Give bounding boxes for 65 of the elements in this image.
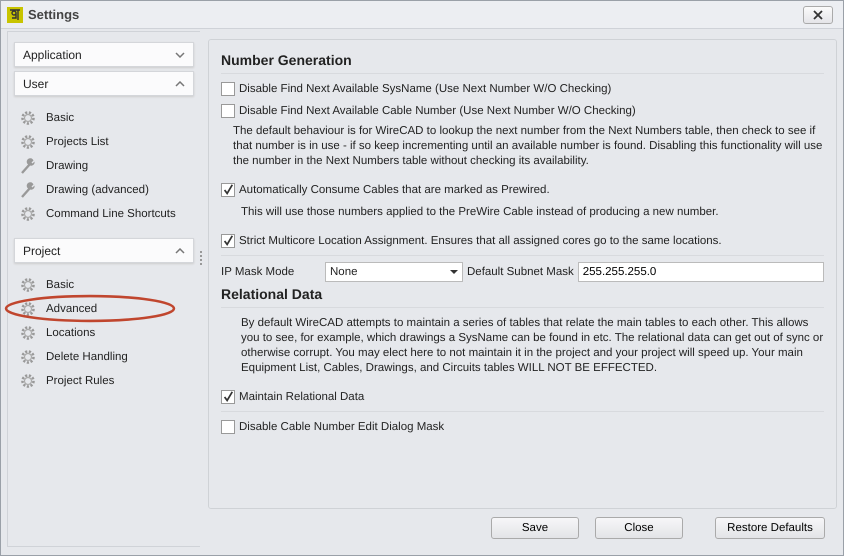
gear-icon [20,301,36,317]
checkbox-option[interactable]: Strict Multicore Location Assignment. Ensures that all assigned cores go to the same locations. [221,230,824,252]
nav-label: Drawing (advanced) [46,184,149,196]
window-title: Settings [28,7,80,22]
gear-icon [20,349,36,365]
description-text: The default behaviour is for WireCAD to lookup the next number from the Next Numbers table, then check to see if that number is in use - if so keep incrementing until an available number is found. Disabling this functionality will use the number in the Next Numbers table without checking its availability. [232,124,824,169]
nav-label: Advanced [46,303,98,315]
checkbox[interactable] [221,82,235,96]
checkbox-option[interactable]: Maintain Relational Data [221,386,824,408]
nav-item[interactable]: Projects List [14,130,194,154]
gear-icon [20,110,36,126]
chevron-up-icon [175,248,185,254]
close-icon [813,10,823,20]
nav-label: Delete Handling [46,351,128,363]
nav-item[interactable]: Basic [14,273,194,297]
field-label: Default Subnet Mask [467,266,574,278]
description-text: This will use those numbers applied to the PreWire Cable instead of producing a new number. [240,205,720,220]
section-heading: Relational Data [221,286,324,304]
nav-item[interactable]: Command Line Shortcuts [14,202,194,226]
description-text: By default WireCAD attempts to maintain a series of tables that relate the main tables to each other. This allows you to see, for example, which drawings a SysName can be found in etc. The relational data can get out of sync or otherwise corrupt. You may elect here to not maintain it in the project and your project will speed up. Your main Equipment List, Cables, Drawings, and Circuits tables WILL NOT BE EFFECTED. [240,316,824,376]
nav-item[interactable]: Project Rules [14,369,194,393]
nav-item[interactable]: Drawing [14,154,194,178]
checkbox[interactable] [221,390,235,404]
checkbox-option[interactable]: Disable Cable Number Edit Dialog Mask [221,416,824,438]
checkbox[interactable] [221,420,235,434]
nav-label: Basic [46,112,74,124]
mode-dropdown[interactable]: None [325,262,463,282]
gear-icon [20,325,36,341]
nav-item[interactable]: Delete Handling [14,345,194,369]
nav-item[interactable]: Drawing (advanced) [14,178,194,202]
nav-item[interactable]: Advanced [14,297,194,321]
checkbox-option[interactable]: Disable Find Next Available SysName (Use Next Number W/O Checking) [221,78,824,100]
nav-label: Basic [46,279,74,291]
subnet-field[interactable]: 255.255.255.0 [578,262,824,282]
nav-item[interactable]: Basic [14,106,194,130]
checkbox[interactable] [221,183,235,197]
nav-label: Drawing [46,160,88,172]
checkbox[interactable] [221,234,235,248]
gear-icon [20,134,36,150]
checkbox-option[interactable]: Automatically Consume Cables that are marked as Prewired. [221,179,824,201]
checkbox[interactable] [221,104,235,118]
chevron-down-icon [175,52,185,58]
gear-icon [20,206,36,222]
wrench-icon [20,182,36,198]
dialog-button[interactable]: Save [491,517,579,539]
gear-icon [20,277,36,293]
section-heading: Number Generation [221,52,353,70]
close-button[interactable] [803,6,833,24]
dialog-button[interactable]: Close [595,517,683,539]
dropdown-arrow-icon [450,270,458,274]
group-header[interactable]: Project [14,238,194,263]
nav-label: Projects List [46,136,109,148]
nav-item[interactable]: Locations [14,321,194,345]
nav-label: Project Rules [46,375,114,387]
wrench-icon [20,158,36,174]
app-logo-icon [7,6,23,22]
chevron-up-icon [175,80,185,86]
nav-label: Locations [46,327,96,339]
checkbox-option[interactable]: Disable Find Next Available Cable Number (Use Next Number W/O Checking) [221,100,824,122]
dialog-button[interactable]: Restore Defaults [715,517,825,539]
group-header[interactable]: Application [14,42,194,67]
nav-label: Command Line Shortcuts [46,208,176,220]
gear-icon [20,373,36,389]
group-header[interactable]: User [14,71,194,96]
field-label: IP Mask Mode [221,266,296,278]
